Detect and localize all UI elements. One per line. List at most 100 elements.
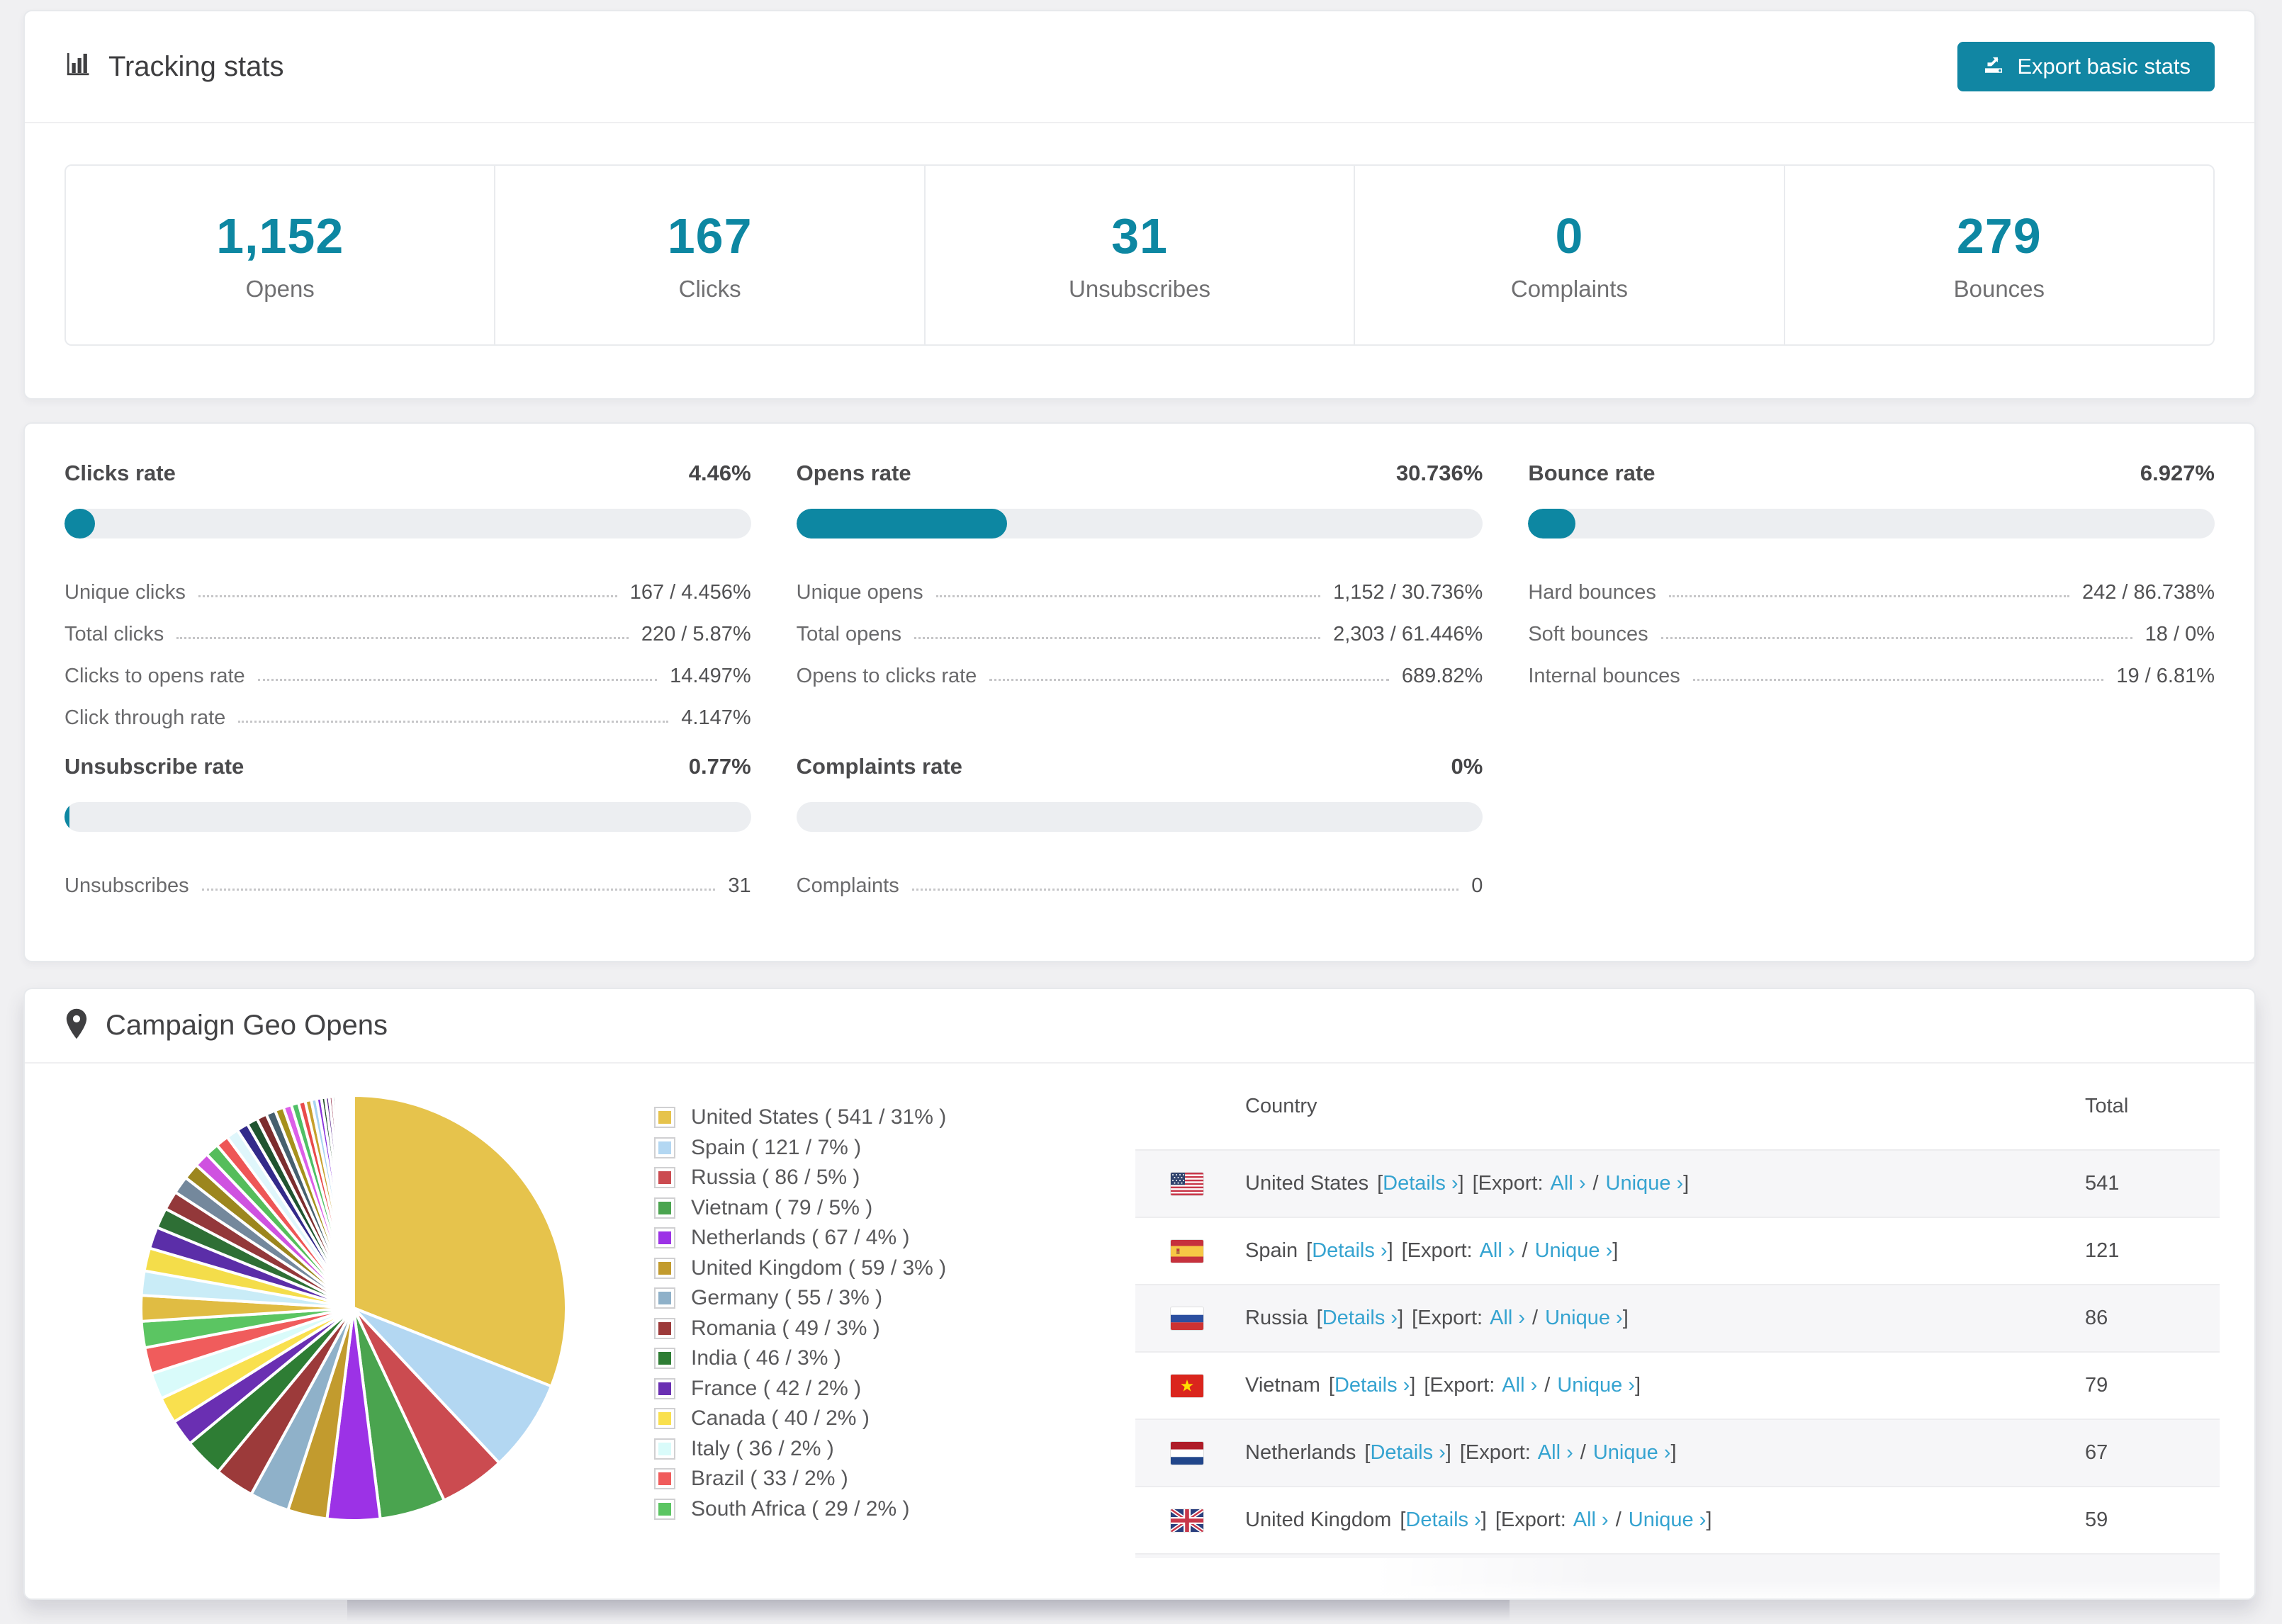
stat-clicks-value: 167 [667,208,753,264]
export-all-link[interactable]: All › [1551,1172,1586,1195]
stat-bounces-value: 279 [1956,208,2042,264]
opens-rate-panel: Opens rate 30.736% Unique opens 1,152 / … [796,461,1483,730]
table-row-partial [1135,1555,2220,1598]
stat-row: Complaints 0 [796,874,1483,897]
details-link[interactable]: Details › [1383,1172,1458,1195]
vietnam-flag-icon [1171,1374,1203,1397]
legend-item-south-africa[interactable]: South Africa ( 29 / 2% ) [654,1497,946,1521]
legend-item-romania[interactable]: Romania ( 49 / 3% ) [654,1316,946,1340]
legend-item-netherlands[interactable]: Netherlands ( 67 / 4% ) [654,1226,946,1249]
dotted-leader [1692,679,2104,681]
stat-bounces: 279 Bounces [1785,166,2213,344]
stat-row: Clicks to opens rate 14.497% [64,665,751,687]
legend-item-france[interactable]: France ( 42 / 2% ) [654,1377,946,1400]
clicks-rate-title: Clicks rate [64,461,176,485]
legend-swatch [654,1227,675,1248]
details-link[interactable]: Details › [1370,1441,1445,1465]
stat-bounces-label: Bounces [1953,276,2045,302]
column-header-country: Country [1245,1095,1317,1117]
country-name: United States [1245,1172,1369,1195]
germany-flag-icon [1171,1576,1203,1598]
geo-country-table: Country Total United States [Details ›] … [1135,1064,2220,1598]
page-title: Tracking stats [64,48,283,85]
details-link[interactable]: Details › [1334,1374,1410,1397]
export-all-link[interactable]: All › [1480,1239,1515,1263]
legend-item-russia[interactable]: Russia ( 86 / 5% ) [654,1166,946,1189]
export-all-link[interactable]: All › [1538,1441,1573,1465]
bounce-rate-panel: Bounce rate 6.927% Hard bounces 242 / 86… [1528,461,2215,730]
opens-rate-progressbar [796,509,1483,538]
dotted-leader [1668,595,2069,597]
map-pin-icon [64,1008,89,1044]
tracking-stats-card: Tracking stats Export basic stats 1,152 … [23,10,2256,400]
legend-swatch [654,1197,675,1219]
export-icon [1982,52,2006,81]
stat-opens: 1,152 Opens [66,166,496,344]
page-title-label: Tracking stats [108,50,284,82]
complaints-rate-value: 0% [1451,754,1483,779]
stat-row: Unique opens 1,152 / 30.736% [796,581,1483,604]
unsubscribe-rate-title: Unsubscribe rate [64,754,244,779]
export-unique-link[interactable]: Unique › [1593,1441,1671,1465]
legend-item-spain[interactable]: Spain ( 121 / 7% ) [654,1136,946,1159]
geo-legend: United States ( 541 / 31% ) Spain ( 121 … [654,1105,946,1528]
details-link[interactable]: Details › [1312,1239,1387,1263]
legend-item-vietnam[interactable]: Vietnam ( 79 / 5% ) [654,1196,946,1219]
export-unique-link[interactable]: Unique › [1606,1172,1684,1195]
details-link[interactable]: Details › [1405,1509,1480,1532]
legend-swatch [654,1287,675,1309]
stat-row: Hard bounces 242 / 86.738% [1528,581,2215,604]
country-name: Spain [1245,1239,1298,1262]
legend-item-united-kingdom[interactable]: United Kingdom ( 59 / 3% ) [654,1256,946,1280]
opens-rate-value: 30.736% [1395,461,1483,485]
geo-pie-chart[interactable] [134,1088,573,1528]
stat-complaints-value: 0 [1555,208,1584,264]
stat-row: Soft bounces 18 / 0% [1528,623,2215,645]
stat-unsubscribes-value: 31 [1111,208,1168,264]
stat-row: Unsubscribes 31 [64,874,751,897]
dotted-leader [911,889,1459,891]
table-row-spain: Spain [Details ›] [Export: All › / Uniqu… [1135,1218,2220,1285]
legend-item-brazil[interactable]: Brazil ( 33 / 2% ) [654,1467,946,1490]
legend-item-canada[interactable]: Canada ( 40 / 2% ) [654,1406,946,1430]
export-unique-link[interactable]: Unique › [1557,1374,1635,1397]
legend-item-germany[interactable]: Germany ( 55 / 3% ) [654,1286,946,1309]
stat-row: Unique clicks 167 / 4.456% [64,581,751,604]
country-total: 79 [2085,1374,2108,1397]
stat-clicks: 167 Clicks [495,166,926,344]
legend-item-india[interactable]: India ( 46 / 3% ) [654,1346,946,1370]
opens-rate-progress-fill [796,509,1008,538]
legend-swatch [654,1438,675,1460]
dotted-leader [176,637,629,639]
legend-swatch [654,1498,675,1520]
export-unique-link[interactable]: Unique › [1629,1509,1707,1532]
export-all-link[interactable]: All › [1502,1374,1537,1397]
opens-rate-title: Opens rate [796,461,911,485]
unsubscribe-rate-panel: Unsubscribe rate 0.77% Unsubscribes 31 [64,754,751,898]
campaign-geo-opens-card: Campaign Geo Opens United States ( 541 /… [23,988,2256,1600]
country-name: United Kingdom [1245,1509,1392,1531]
pie-slice[interactable] [352,1093,355,1309]
dotted-leader [935,595,1321,597]
stat-row: Total clicks 220 / 5.87% [64,623,751,645]
bar-chart-icon [64,48,94,85]
export-unique-link[interactable]: Unique › [1535,1239,1613,1263]
country-total: 67 [2085,1441,2108,1464]
export-all-link[interactable]: All › [1573,1509,1609,1532]
export-all-link[interactable]: All › [1490,1307,1525,1330]
country-total: 121 [2085,1239,2120,1262]
legend-item-united-states[interactable]: United States ( 541 / 31% ) [654,1105,946,1129]
netherlands-flag-icon [1171,1441,1203,1465]
stat-unsubscribes-label: Unsubscribes [1069,276,1210,302]
legend-item-italy[interactable]: Italy ( 36 / 2% ) [654,1437,946,1460]
stat-opens-value: 1,152 [216,208,344,264]
clicks-rate-value: 4.46% [688,461,751,485]
country-name: Netherlands [1245,1441,1356,1464]
export-basic-stats-button[interactable]: Export basic stats [1957,42,2215,91]
stat-clicks-label: Clicks [678,276,741,302]
bounce-rate-value: 6.927% [2140,461,2215,485]
details-link[interactable]: Details › [1322,1307,1398,1330]
export-unique-link[interactable]: Unique › [1545,1307,1623,1330]
unsubscribe-rate-progressbar [64,802,751,832]
us-flag-icon [1171,1172,1203,1195]
